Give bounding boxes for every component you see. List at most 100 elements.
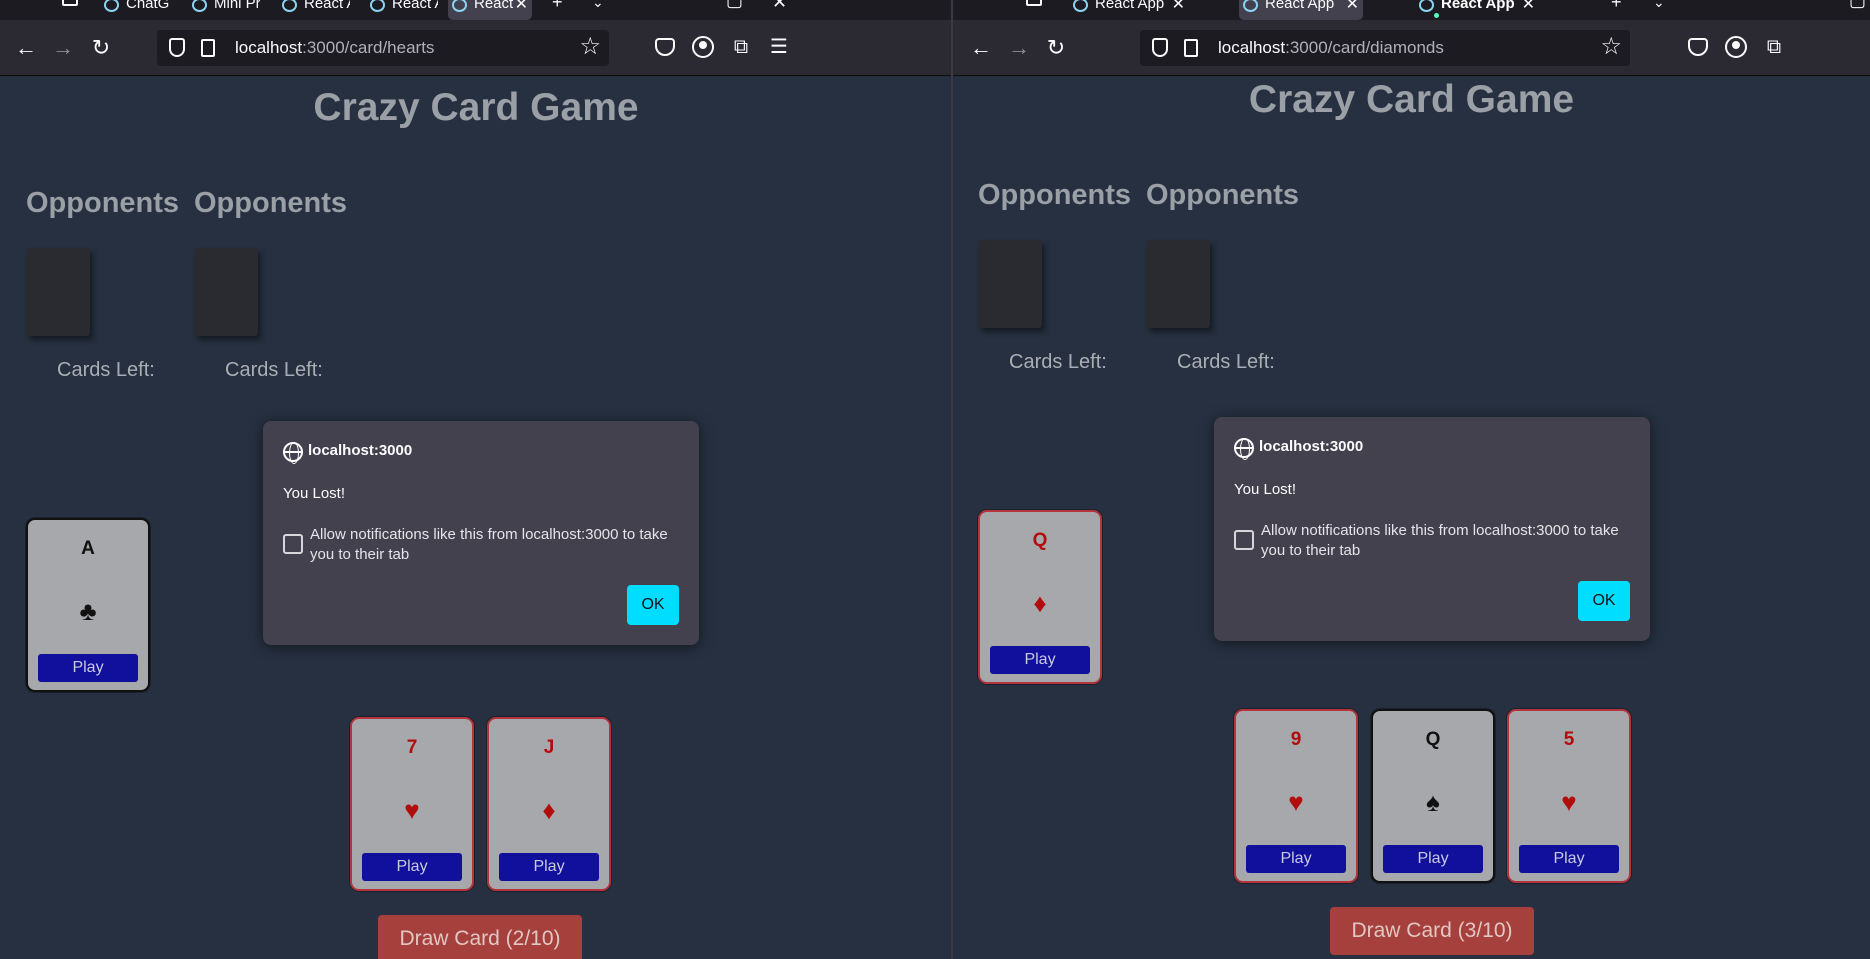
extensions-puzzle-icon[interactable]: ⧉ [1761, 34, 1787, 60]
browser-window-left: ChatGPT Mini Pr React Ap React Ap React✕… [0, 0, 952, 959]
tab-react-app-active[interactable]: React ✕ [448, 0, 532, 20]
draw-card-button[interactable]: Draw Card (2/10) [378, 915, 582, 959]
opponent-cards-left: Cards Left: [225, 359, 323, 381]
pocket-icon[interactable] [1685, 34, 1711, 60]
hamburger-menu-icon[interactable]: ☰ [766, 34, 792, 60]
bookmark-star-icon[interactable]: ☆ [1600, 32, 1622, 61]
account-icon[interactable] [690, 34, 716, 60]
opponent-card-back [194, 248, 258, 336]
pile-card: A ♣ Play [26, 518, 150, 692]
play-button[interactable]: Play [1519, 845, 1619, 873]
pocket-icon[interactable] [652, 34, 678, 60]
page-content: Crazy Card Game Opponents Opponents Card… [0, 77, 952, 959]
dialog-message: You Lost! [1234, 481, 1296, 498]
react-favicon-icon [1073, 0, 1088, 12]
tab-mini-pr[interactable]: Mini Pr [188, 0, 260, 20]
reload-icon[interactable]: ↻ [1042, 34, 1070, 62]
url-bar[interactable]: localhost:3000/card/diamonds ☆ [1140, 30, 1630, 66]
tab-overview-icon[interactable] [62, 0, 78, 6]
extensions-puzzle-icon[interactable]: ⧉ [728, 34, 754, 60]
ok-button[interactable]: OK [627, 585, 679, 625]
forward-arrow-icon[interactable]: → [1005, 34, 1033, 62]
play-button[interactable]: Play [362, 853, 462, 881]
opponent-heading: Opponents [26, 187, 180, 219]
react-favicon-icon [370, 0, 385, 12]
allow-notifications-checkbox[interactable] [283, 534, 303, 554]
forward-arrow-icon[interactable]: → [49, 34, 77, 62]
close-tab-icon[interactable]: ✕ [1346, 0, 1359, 15]
play-button[interactable]: Play [990, 646, 1090, 674]
reload-icon[interactable]: ↻ [87, 34, 115, 62]
play-button[interactable]: Play [1383, 845, 1483, 873]
opponent-cards-left: Cards Left: [1009, 351, 1107, 373]
navigation-toolbar: ← → ↻ localhost:3000/card/diamonds ☆ ⧉ [953, 20, 1870, 76]
allow-notifications-label[interactable]: Allow notifications like this from local… [310, 525, 680, 565]
tab-react-app-2[interactable]: React Ap [366, 0, 438, 20]
url-bar[interactable]: localhost:3000/card/hearts ☆ [157, 30, 609, 66]
list-all-tabs-icon[interactable]: ⌄ [592, 0, 604, 11]
alert-dialog: localhost:3000 You Lost! Allow notificat… [263, 421, 699, 645]
opponent-heading: Opponents [1146, 179, 1300, 211]
react-favicon-icon [1419, 0, 1434, 12]
close-tab-icon[interactable]: ✕ [1522, 0, 1535, 15]
close-window-icon[interactable]: ✕ [772, 0, 787, 13]
opponent-cards-left: Cards Left: [1177, 351, 1275, 373]
play-button[interactable]: Play [38, 654, 138, 682]
bookmark-star-icon[interactable]: ☆ [579, 32, 601, 61]
hand-card: 5 ♥ Play [1507, 709, 1631, 883]
navigation-toolbar: ← → ↻ localhost:3000/card/hearts ☆ ⧉ ☰ [0, 20, 952, 76]
hand-card: J ♦ Play [487, 717, 611, 891]
tab-chatgpt[interactable]: ChatGPT [100, 0, 170, 20]
new-tab-icon[interactable]: + [552, 0, 563, 13]
react-favicon-icon [282, 0, 297, 12]
back-arrow-icon[interactable]: ← [967, 34, 995, 62]
tab-overview-icon[interactable] [1026, 0, 1042, 6]
club-suit-icon: ♣ [79, 596, 97, 626]
list-all-tabs-icon[interactable]: ⌄ [1653, 0, 1665, 11]
dialog-message: You Lost! [283, 485, 345, 502]
ok-button[interactable]: OK [1578, 581, 1630, 621]
diamond-suit-icon: ♦ [1033, 588, 1047, 618]
react-favicon-icon [1243, 0, 1258, 12]
heart-suit-icon: ♥ [404, 795, 420, 825]
card-rank: A [81, 538, 95, 559]
close-tab-icon[interactable]: ✕ [1172, 0, 1185, 15]
card-rank: 7 [406, 737, 418, 758]
tab-react-app-1[interactable]: React App ✕ [1069, 0, 1189, 20]
hand-card: 7 ♥ Play [350, 717, 474, 891]
play-button[interactable]: Play [1246, 845, 1346, 873]
card-rank: Q [1032, 530, 1048, 551]
card-rank: 5 [1563, 729, 1575, 750]
allow-notifications-checkbox[interactable] [1234, 530, 1254, 550]
opponent-card-back [978, 240, 1042, 328]
maximize-window-icon[interactable]: ▢ [726, 0, 743, 11]
close-tab-icon[interactable]: ✕ [515, 0, 528, 15]
globe-icon [283, 442, 303, 464]
card-rank: 9 [1290, 729, 1302, 750]
page-icon[interactable] [201, 39, 215, 57]
page-icon[interactable] [1184, 39, 1198, 57]
allow-notifications-label[interactable]: Allow notifications like this from local… [1261, 521, 1631, 561]
opponent-heading: Opponents [978, 179, 1132, 211]
browser-window-right: React App ✕ React App ✕ React App ✕ + ⌄ ▢ ←… [953, 0, 1870, 959]
account-icon[interactable] [1723, 34, 1749, 60]
play-button[interactable]: Play [499, 853, 599, 881]
heart-suit-icon: ♥ [1561, 787, 1577, 817]
maximize-window-icon[interactable]: ▢ [1849, 0, 1866, 11]
url-text[interactable]: localhost:3000/card/hearts [235, 38, 434, 58]
heart-suit-icon: ♥ [1288, 787, 1304, 817]
url-text[interactable]: localhost:3000/card/diamonds [1218, 38, 1444, 58]
opponent-card-back [1146, 240, 1210, 328]
card-rank: J [543, 737, 555, 758]
hand-card: 9 ♥ Play [1234, 709, 1358, 883]
new-tab-icon[interactable]: + [1611, 0, 1622, 13]
tracking-protection-shield-icon[interactable] [1152, 38, 1168, 57]
tab-react-app-1[interactable]: React Ap [278, 0, 350, 20]
dialog-origin: localhost:3000 [1259, 438, 1364, 455]
tab-react-app-2[interactable]: React App ✕ [1239, 0, 1363, 20]
globe-icon [1234, 438, 1254, 460]
spade-suit-icon: ♠ [1426, 787, 1440, 817]
draw-card-button[interactable]: Draw Card (3/10) [1330, 907, 1534, 955]
back-arrow-icon[interactable]: ← [12, 34, 40, 62]
tracking-protection-shield-icon[interactable] [169, 38, 185, 57]
